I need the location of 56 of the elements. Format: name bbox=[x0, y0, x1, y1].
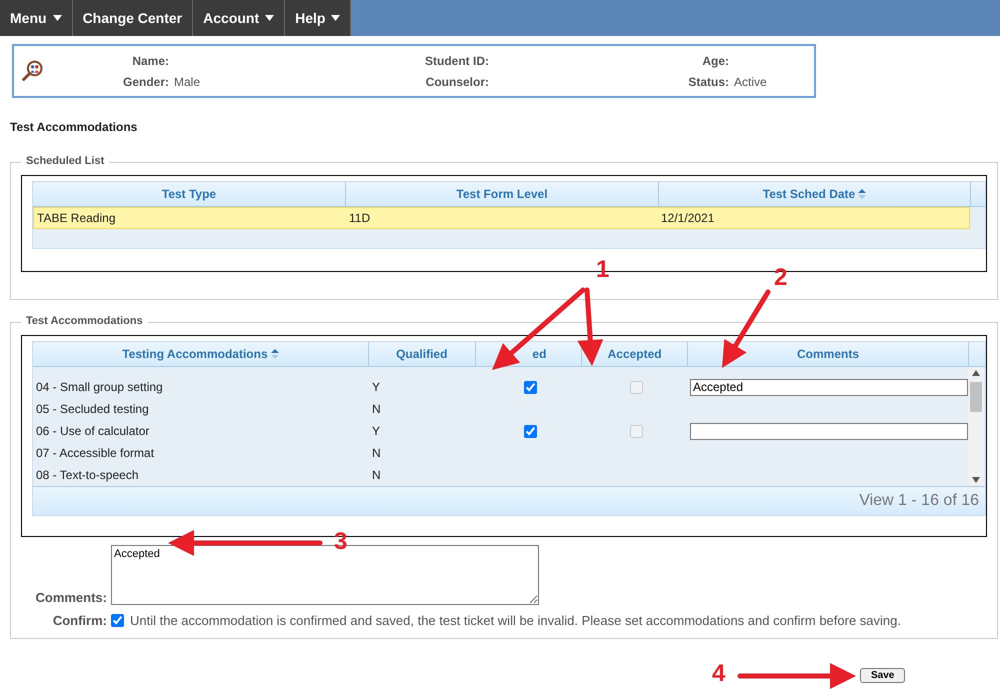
comment-field[interactable] bbox=[690, 422, 968, 440]
field-label: Status: bbox=[687, 74, 730, 88]
fieldset-legend: Test Accommodations bbox=[21, 315, 148, 327]
table-cell-text: Y bbox=[371, 424, 382, 438]
field-label: Name: bbox=[131, 54, 170, 68]
table-cell-text: 12/1/2021 bbox=[660, 211, 716, 225]
field-label: Comments: bbox=[34, 590, 107, 605]
pager-text: View 1 - 16 of 16 bbox=[859, 492, 979, 510]
annotation-number: 4 bbox=[712, 660, 726, 688]
table-cell-text: N bbox=[371, 468, 382, 482]
field-value: Male bbox=[174, 74, 202, 88]
column-header[interactable]: Qualified bbox=[368, 342, 476, 366]
sort-icon[interactable] bbox=[858, 189, 866, 199]
save-button[interactable]: Save bbox=[860, 668, 906, 683]
column-header[interactable]: Test Form Level bbox=[346, 182, 659, 206]
caret-icon bbox=[265, 15, 274, 21]
column-header[interactable]: Test Sched Date bbox=[659, 182, 971, 206]
table-cell-text: Y bbox=[371, 380, 382, 394]
field-label: Student ID: bbox=[424, 54, 490, 68]
menu-item[interactable]: Change Center bbox=[72, 0, 194, 36]
table-cell-text: N bbox=[371, 446, 382, 460]
menu-item[interactable]: Help bbox=[285, 0, 352, 36]
fieldset-legend: Scheduled List bbox=[21, 155, 110, 167]
annotation-number: 2 bbox=[774, 264, 788, 292]
table-cell-text: N bbox=[371, 402, 382, 416]
magnifier-icon[interactable] bbox=[22, 58, 44, 84]
table-row[interactable]: TABE Reading 11D 12/1/2021 bbox=[33, 207, 970, 229]
scroll-down-icon[interactable] bbox=[972, 477, 980, 483]
field-value: Active bbox=[734, 74, 768, 88]
scroll-up-icon[interactable] bbox=[972, 370, 980, 376]
table-cell-text: 11D bbox=[348, 211, 372, 225]
caret-icon bbox=[52, 15, 62, 21]
field-label: Gender: bbox=[122, 74, 170, 88]
offered-checkbox[interactable] bbox=[524, 424, 536, 438]
menu-item[interactable]: Menu bbox=[0, 0, 73, 36]
table-cell-text: 07 - Accessible format bbox=[35, 446, 156, 460]
table-cell-text: 08 - Text-to-speech bbox=[35, 468, 140, 482]
field-label: Age: bbox=[701, 54, 730, 68]
table-cell-text: 04 - Small group setting bbox=[35, 380, 164, 394]
scrollbar-thumb[interactable] bbox=[970, 382, 982, 412]
field-label: Counselor: bbox=[424, 74, 490, 88]
table-cell-text: TABE Reading bbox=[36, 211, 116, 225]
column-header[interactable]: Testing Accommodations bbox=[33, 342, 369, 366]
sort-icon[interactable] bbox=[270, 349, 279, 359]
column-header[interactable]: Test Type bbox=[33, 182, 346, 206]
caret-icon bbox=[331, 15, 340, 21]
field-label: Confirm: bbox=[52, 613, 107, 628]
scrollbar[interactable] bbox=[968, 367, 984, 486]
table-cell-text: 05 - Secluded testing bbox=[35, 402, 150, 416]
table-cell-text: 06 - Use of calculator bbox=[35, 424, 150, 438]
comment-field[interactable]: Accepted bbox=[690, 378, 968, 396]
confirm-text: Until the accommodation is confirmed and saved, the test ticket will be invalid. Please set accommodations and confirm before saving. bbox=[130, 613, 901, 628]
section-title: Test Accommodations bbox=[10, 120, 138, 134]
offered-checkbox[interactable] bbox=[524, 380, 536, 394]
confirm-checkbox[interactable] bbox=[111, 614, 124, 627]
menu-item[interactable]: Account bbox=[193, 0, 286, 36]
